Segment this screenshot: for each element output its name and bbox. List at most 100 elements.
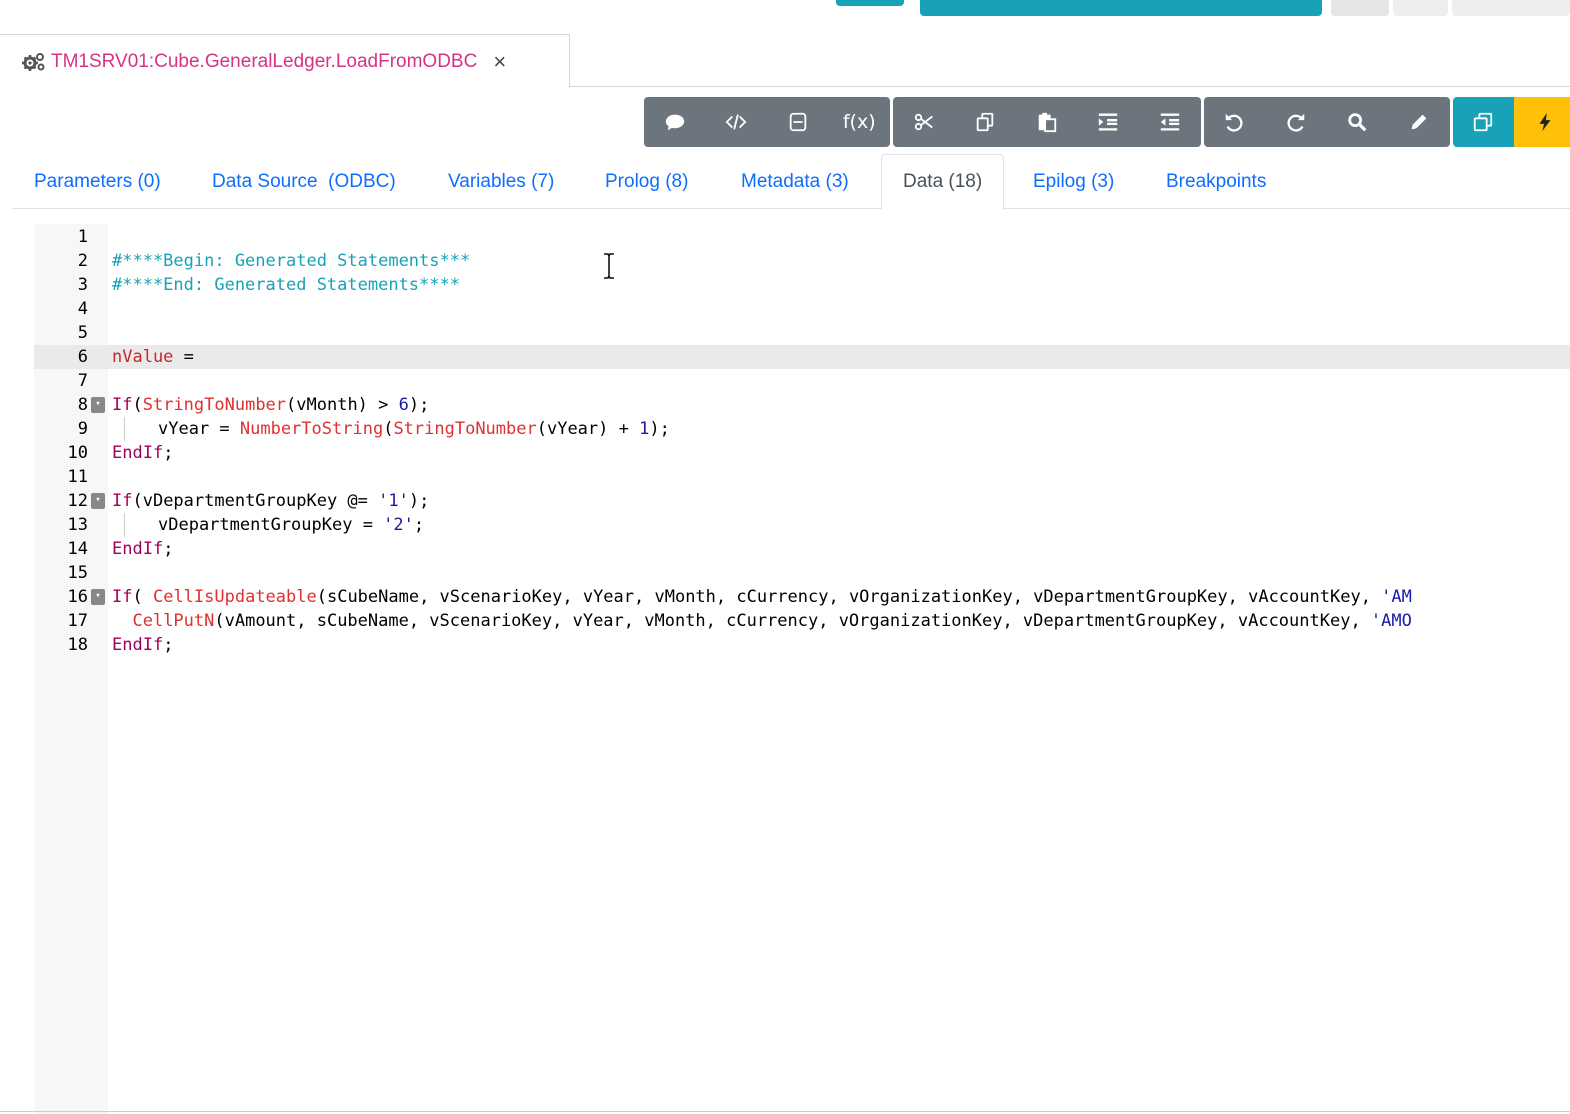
toolbar-group-history	[1203, 97, 1450, 147]
toolbar-group-edit	[893, 97, 1201, 147]
code-line[interactable]: 17 CellPutN(vAmount, sCubeName, vScenari…	[34, 609, 1570, 633]
code-line[interactable]: 10 EndIf;	[34, 441, 1570, 465]
toolbar-group-format: f(x)	[644, 97, 890, 147]
top-button-5[interactable]	[1452, 0, 1570, 16]
comment-icon	[665, 114, 684, 131]
code-text: If(vDepartmentGroupKey @= '1');	[112, 491, 430, 511]
fold-toggle-icon[interactable]: ▾	[91, 589, 105, 605]
line-number: 17	[67, 611, 88, 631]
cut-button[interactable]	[893, 97, 955, 147]
paste-button[interactable]	[1016, 97, 1078, 147]
tab-variables[interactable]: Variables (7)	[448, 154, 554, 209]
code-text: vYear = NumberToString(StringToNumber(vY…	[112, 417, 670, 441]
gears-icon	[22, 52, 46, 72]
bottom-divider	[0, 1111, 1570, 1112]
comment-button[interactable]	[644, 97, 706, 147]
code-line[interactable]: 6 nValue =	[34, 345, 1570, 369]
function-button[interactable]: f(x)	[828, 97, 890, 147]
code-line[interactable]: 12 ▾ If(vDepartmentGroupKey @= '1');	[34, 489, 1570, 513]
line-number: 4	[77, 299, 88, 319]
copy-button[interactable]	[954, 97, 1016, 147]
line-number: 1	[77, 227, 88, 247]
document-tab-title: TM1SRV01:Cube.GeneralLedger.LoadFromODBC	[51, 50, 478, 72]
code-icon	[725, 114, 747, 130]
code-line[interactable]: 2 #****Begin: Generated Statements***	[34, 249, 1570, 273]
editor-toolbar: f(x)	[644, 97, 1570, 147]
line-number: 14	[67, 539, 88, 559]
top-button-2[interactable]	[920, 0, 1322, 16]
line-number: 5	[77, 323, 88, 343]
document-tab-row: TM1SRV01:Cube.GeneralLedger.LoadFromODBC…	[0, 34, 1570, 88]
top-button-4[interactable]	[1393, 0, 1448, 16]
code-text: #****End: Generated Statements****	[112, 275, 460, 295]
code-line[interactable]: 14 EndIf;	[34, 537, 1570, 561]
execute-button[interactable]	[1514, 97, 1570, 147]
function-icon: f(x)	[842, 111, 876, 133]
tab-data[interactable]: Data (18)	[881, 154, 1005, 210]
text-cursor-icon	[604, 253, 614, 279]
document-tab[interactable]: TM1SRV01:Cube.GeneralLedger.LoadFromODBC…	[0, 34, 570, 88]
search-icon	[1348, 113, 1367, 132]
fold-toggle-icon[interactable]: ▾	[91, 397, 105, 413]
line-number: 9	[77, 419, 88, 439]
indent-icon	[1099, 113, 1118, 131]
code-editor[interactable]: 1 2 #****Begin: Generated Statements*** 3 #*…	[34, 224, 1570, 1114]
line-number: 16	[67, 587, 88, 607]
top-button-strip	[0, 0, 1570, 34]
code-line[interactable]: 3 #****End: Generated Statements****	[34, 273, 1570, 297]
edit-icon	[1411, 114, 1427, 130]
code-line[interactable]: 4	[34, 297, 1570, 321]
code-line[interactable]: 18 EndIf;	[34, 633, 1570, 657]
tab-prolog[interactable]: Prolog (8)	[605, 154, 688, 209]
redo-button[interactable]	[1265, 97, 1327, 147]
toolbar-group-run	[1452, 97, 1570, 147]
code-line[interactable]: 9 vYear = NumberToString(StringToNumber(v…	[34, 417, 1570, 441]
code-line[interactable]: 1	[34, 225, 1570, 249]
line-number: 11	[67, 467, 88, 487]
tab-data-source[interactable]: Data Source (ODBC)	[212, 154, 396, 209]
execute-icon	[1539, 112, 1551, 132]
code-line[interactable]: 15	[34, 561, 1570, 585]
line-number: 15	[67, 563, 88, 583]
top-button-1[interactable]	[836, 0, 904, 6]
paste-icon	[1038, 112, 1056, 133]
close-icon[interactable]: ×	[493, 50, 506, 73]
code-text: EndIf;	[112, 443, 174, 463]
tab-parameters[interactable]: Parameters (0)	[34, 154, 161, 209]
code-line[interactable]: 11	[34, 465, 1570, 489]
line-number: 12	[67, 491, 88, 511]
search-button[interactable]	[1326, 97, 1388, 147]
tab-metadata[interactable]: Metadata (3)	[741, 154, 849, 209]
clone-button[interactable]	[1452, 97, 1514, 147]
code-line[interactable]: 16 ▾ If( CellIsUpdateable(sCubeName, vScen…	[34, 585, 1570, 609]
code-text: #****Begin: Generated Statements***	[112, 251, 471, 271]
code-text: nValue =	[112, 347, 194, 367]
line-number: 13	[67, 515, 88, 535]
code-text: vDepartmentGroupKey = '2';	[112, 513, 424, 537]
outdent-icon	[1160, 113, 1179, 131]
copy-icon	[977, 112, 994, 132]
redo-icon	[1287, 113, 1304, 132]
fold-toggle-icon[interactable]: ▾	[91, 493, 105, 509]
code-text: If(StringToNumber(vMonth) > 6);	[112, 395, 430, 415]
top-button-3[interactable]	[1331, 0, 1389, 16]
line-number: 10	[67, 443, 88, 463]
code-line[interactable]: 7	[34, 369, 1570, 393]
line-number: 3	[77, 275, 88, 295]
line-number: 2	[77, 251, 88, 271]
code-line[interactable]: 13 vDepartmentGroupKey = '2';	[34, 513, 1570, 537]
line-number: 18	[67, 635, 88, 655]
indent-button[interactable]	[1077, 97, 1139, 147]
code-line[interactable]: 5	[34, 321, 1570, 345]
code-text: EndIf;	[112, 539, 174, 559]
edit-button[interactable]	[1388, 97, 1450, 147]
line-number: 7	[77, 371, 88, 391]
tab-epilog[interactable]: Epilog (3)	[1033, 154, 1114, 209]
code-line[interactable]: 8 ▾ If(StringToNumber(vMonth) > 6);	[34, 393, 1570, 417]
code-button[interactable]	[705, 97, 767, 147]
collapse-button[interactable]	[767, 97, 829, 147]
tab-breakpoints[interactable]: Breakpoints	[1166, 154, 1266, 209]
outdent-button[interactable]	[1139, 97, 1201, 147]
undo-button[interactable]	[1203, 97, 1265, 147]
collapse-icon	[789, 112, 806, 132]
